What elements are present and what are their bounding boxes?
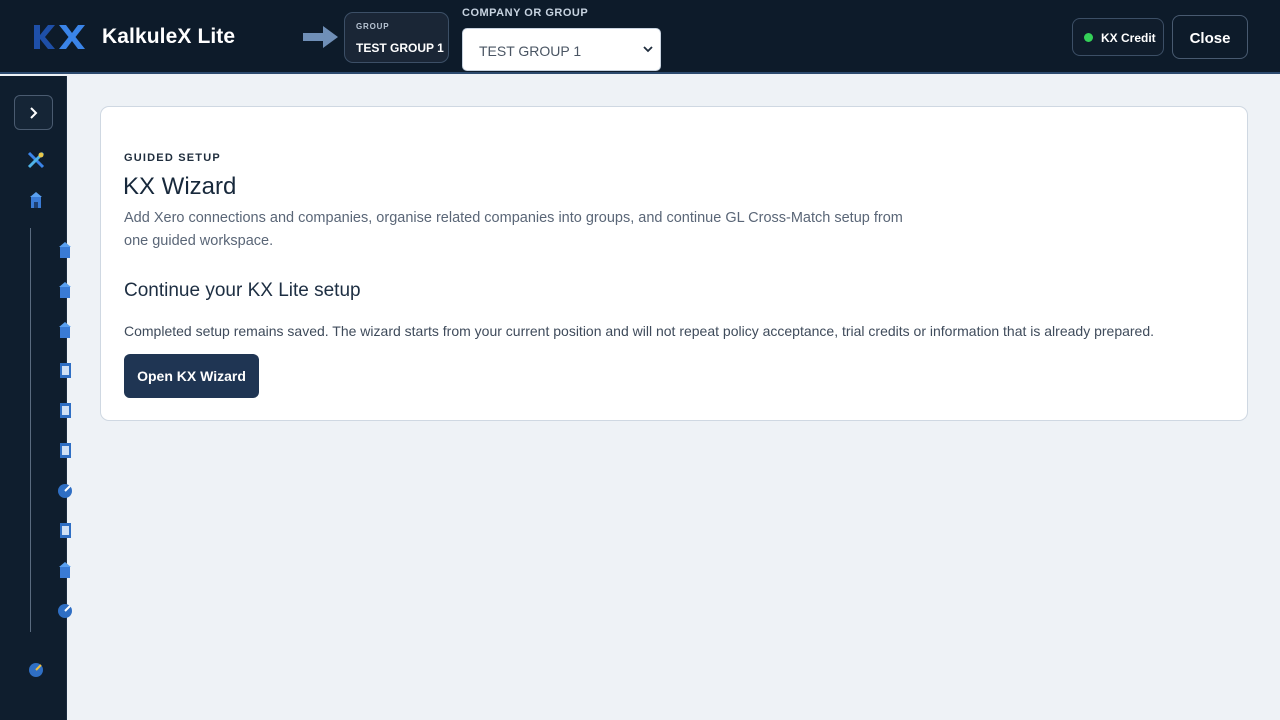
arrow-right-icon xyxy=(303,26,338,48)
sidebar-tree-line xyxy=(30,228,31,632)
group-badge-value: TEST GROUP 1 xyxy=(356,41,444,55)
chevron-down-icon xyxy=(643,46,653,53)
page-description: Add Xero connections and companies, orga… xyxy=(124,210,903,249)
building-icon[interactable] xyxy=(56,241,74,259)
kx-logo-icon xyxy=(34,25,85,49)
building-icon[interactable] xyxy=(56,321,74,339)
gauge-icon[interactable] xyxy=(27,660,45,678)
group-badge: GROUP TEST GROUP 1 xyxy=(344,12,449,63)
gauge-icon[interactable] xyxy=(56,481,74,499)
company-select-value: TEST GROUP 1 xyxy=(479,43,582,59)
top-header: KalkuleX Lite GROUP TEST GROUP 1 COMPANY… xyxy=(0,0,1280,74)
document-icon[interactable] xyxy=(56,401,74,419)
chevron-right-icon xyxy=(30,107,38,119)
sidebar-expand-button[interactable] xyxy=(14,95,53,130)
kx-tools-icon[interactable] xyxy=(27,151,45,169)
group-badge-label: GROUP xyxy=(356,22,390,31)
section-title: Continue your KX Lite setup xyxy=(124,280,361,301)
document-icon[interactable] xyxy=(56,441,74,459)
document-icon[interactable] xyxy=(56,521,74,539)
gauge-icon[interactable] xyxy=(56,601,74,619)
close-button-label: Close xyxy=(1189,30,1231,47)
section-text: Completed setup remains saved. The wizar… xyxy=(124,323,1155,339)
wizard-card: GUIDED SETUP KX Wizard Add Xero connecti… xyxy=(100,106,1248,421)
close-button[interactable]: Close xyxy=(1172,15,1248,59)
building-icon[interactable] xyxy=(27,191,45,209)
credit-status-dot xyxy=(1084,33,1093,42)
building-icon[interactable] xyxy=(56,281,74,299)
page-title: KX Wizard xyxy=(123,173,237,200)
document-icon[interactable] xyxy=(56,361,74,379)
app-title: KalkuleX Lite xyxy=(102,25,236,48)
company-select[interactable]: TEST GROUP 1 xyxy=(462,28,661,71)
open-wizard-label: Open KX Wizard xyxy=(137,368,246,384)
eyebrow-label: GUIDED SETUP xyxy=(124,152,221,164)
company-selector-label: COMPANY OR GROUP xyxy=(462,7,589,19)
open-wizard-button[interactable]: Open KX Wizard xyxy=(124,354,259,398)
kx-credit-label: KX Credit xyxy=(1101,31,1156,45)
kx-credit-button[interactable]: KX Credit xyxy=(1072,18,1164,56)
building-icon[interactable] xyxy=(56,561,74,579)
sidebar xyxy=(0,76,72,720)
